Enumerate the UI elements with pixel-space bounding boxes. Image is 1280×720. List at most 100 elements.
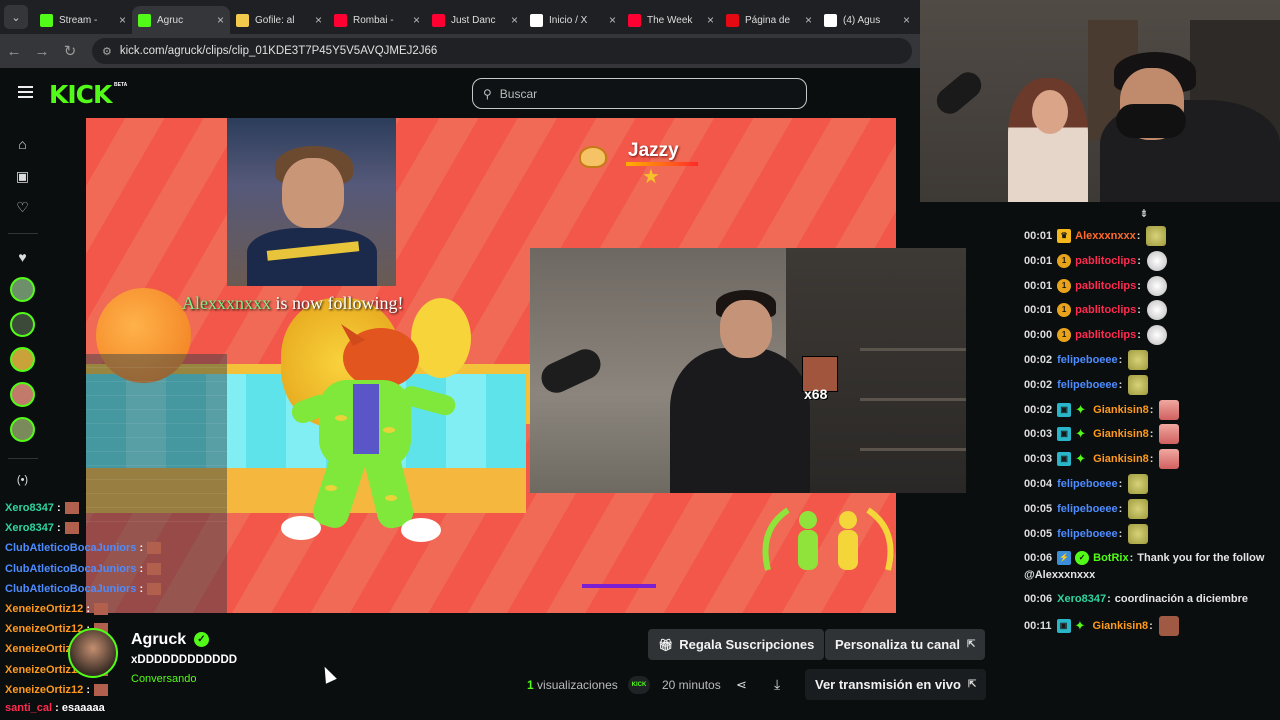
- close-tab-icon[interactable]: ×: [805, 13, 812, 27]
- kick-favicon: [138, 13, 151, 27]
- clip-title: xDDDDDDDDDDDD: [131, 654, 238, 666]
- browser-tab[interactable]: Agruc ×: [132, 6, 230, 34]
- close-tab-icon[interactable]: ×: [315, 13, 322, 27]
- views-label: visualizaciones: [537, 678, 618, 692]
- browser-tab[interactable]: The Week ×: [622, 6, 720, 34]
- followed-channel-avatar[interactable]: [10, 277, 35, 302]
- home-icon[interactable]: ⌂: [14, 136, 31, 153]
- chat-colon: :: [1118, 354, 1123, 366]
- tab-search-dropdown[interactable]: ⌄: [4, 5, 28, 29]
- chat-username[interactable]: Giankisin8: [1093, 402, 1149, 418]
- star-icon: ★: [642, 166, 660, 188]
- close-tab-icon[interactable]: ×: [217, 13, 224, 27]
- x-favicon: [824, 13, 837, 27]
- close-tab-icon[interactable]: ×: [413, 13, 420, 27]
- forward-icon[interactable]: →: [28, 43, 56, 60]
- url-field[interactable]: ⚙ kick.com/agruck/clips/clip_01KDE3T7P45…: [92, 38, 912, 64]
- browse-icon[interactable]: ▣: [14, 168, 31, 185]
- chat-username[interactable]: felipeboeee: [1057, 526, 1118, 542]
- browser-tab[interactable]: Página de ×: [720, 6, 818, 34]
- followed-channel-avatar[interactable]: [10, 347, 35, 372]
- kick-favicon: [40, 13, 53, 27]
- left-chat-user: ClubAtleticoBocaJuniors: [5, 562, 137, 575]
- chat-username[interactable]: Alexxxnxxx: [1075, 228, 1136, 244]
- chat-colon: :: [1129, 552, 1134, 564]
- chat-colon: :: [1149, 403, 1154, 416]
- chat-username[interactable]: felipeboeee: [1057, 352, 1118, 368]
- left-chat-emote: [94, 603, 108, 616]
- watch-live-button[interactable]: Ver transmisión en vivo ⇱: [805, 669, 987, 700]
- gift-subs-button[interactable]: 🎁︎ Regala Suscripciones: [648, 629, 825, 660]
- streamer-cam-overlay: [227, 118, 396, 286]
- site-info-icon[interactable]: ⚙: [102, 45, 112, 58]
- browser-tab[interactable]: Just Danc ×: [426, 6, 524, 34]
- gift-subs-label: Regala Suscripciones: [679, 637, 815, 652]
- followed-channel-avatar[interactable]: [10, 312, 35, 337]
- browser-tab[interactable]: Inicio / X ×: [524, 6, 622, 34]
- stream-chat-burned-in: Xero8347 : Xero8347 : ClubAtleticoBocaJuni…: [0, 500, 210, 720]
- chat-username[interactable]: Xero8347: [1057, 591, 1106, 607]
- chat-message: 00:04 felipeboeee:: [1024, 474, 1149, 494]
- chat-username[interactable]: felipeboeee: [1057, 476, 1118, 492]
- close-tab-icon[interactable]: ×: [609, 13, 616, 27]
- left-sidebar: ⌂ ▣ ♡ ♥ (•): [0, 118, 45, 508]
- chat-time: 00:06: [1024, 552, 1053, 564]
- crown-badge-icon: ♛: [1057, 229, 1072, 243]
- chat-message: 00:06 ⚡ ✓ BotRix : Thank you for the fol…: [1024, 550, 1264, 566]
- chat-colon: :: [1107, 593, 1111, 605]
- back-icon[interactable]: ←: [0, 43, 28, 60]
- chat-username[interactable]: felipeboeee: [1057, 501, 1118, 517]
- share-icon[interactable]: ⋖: [736, 677, 747, 693]
- chat-username[interactable]: pablitoclips: [1075, 253, 1136, 269]
- download-icon[interactable]: ⤓: [774, 676, 780, 693]
- following-icon[interactable]: ♡: [14, 199, 31, 216]
- close-tab-icon[interactable]: ×: [511, 13, 518, 27]
- chat-time: 00:01: [1024, 230, 1053, 242]
- chat-username[interactable]: pablitoclips: [1075, 327, 1136, 343]
- left-chat-user: XeneizeOrtiz12: [5, 683, 84, 696]
- chat-time: 00:03: [1024, 428, 1053, 441]
- chat-emote: [1128, 350, 1149, 370]
- gift-badge-icon: ✦: [1074, 618, 1086, 633]
- browser-tab[interactable]: Rombai - ×: [328, 6, 426, 34]
- channel-name[interactable]: Agruck: [131, 631, 186, 649]
- chat-emote: [1159, 449, 1180, 470]
- close-tab-icon[interactable]: ×: [707, 13, 714, 27]
- chat-colon: :: [1118, 502, 1123, 515]
- chat-username[interactable]: BotRix: [1093, 550, 1128, 566]
- chat-message: 00:01 1 pablitoclips:: [1024, 275, 1167, 296]
- chat-username[interactable]: pablitoclips: [1075, 278, 1136, 294]
- followed-channel-avatar[interactable]: [10, 417, 35, 442]
- months-badge-icon: 1: [1057, 278, 1072, 293]
- chat-emote: [1128, 474, 1149, 494]
- chat-username[interactable]: Giankisin8: [1093, 451, 1149, 467]
- reload-icon[interactable]: ↻: [56, 42, 84, 60]
- customize-channel-button[interactable]: Personaliza tu canal ⇱: [825, 629, 986, 660]
- chat-username[interactable]: pablitoclips: [1075, 302, 1136, 318]
- category-link[interactable]: Conversando: [131, 673, 196, 685]
- hand-score-icon: [579, 146, 607, 168]
- menu-icon[interactable]: [18, 86, 33, 98]
- follow-alert-user: Alexxxnxxx: [182, 293, 271, 313]
- search-input[interactable]: ⚲ Buscar: [472, 78, 807, 109]
- clip-duration: 20 minutos: [662, 678, 721, 692]
- browser-tab[interactable]: (4) Agus ×: [818, 6, 916, 34]
- external-link-icon: ⇱: [967, 639, 976, 650]
- live-broadcast-icon[interactable]: (•): [14, 474, 31, 491]
- chat-message: 00:01 1 pablitoclips:: [1024, 250, 1167, 271]
- chat-username[interactable]: felipeboeee: [1057, 377, 1118, 393]
- close-tab-icon[interactable]: ×: [119, 13, 126, 27]
- left-chat-emote: [64, 522, 79, 535]
- chat-username[interactable]: Giankisin8: [1093, 618, 1149, 634]
- followed-channel-avatar[interactable]: [10, 382, 35, 407]
- chat-username[interactable]: Giankisin8: [1093, 426, 1149, 442]
- browser-tab[interactable]: Stream - ×: [34, 6, 132, 34]
- chat-message: 00:05 felipeboeee:: [1024, 498, 1149, 519]
- collapse-chat-icon[interactable]: ⇟: [1137, 207, 1151, 220]
- left-chat-user: ClubAtleticoBocaJuniors: [5, 582, 137, 595]
- browser-tab[interactable]: Gofile: al ×: [230, 6, 328, 34]
- close-tab-icon[interactable]: ×: [903, 13, 910, 27]
- chat-emote: [1158, 616, 1179, 636]
- channel-avatar[interactable]: [68, 628, 118, 678]
- kick-logo[interactable]: KICK: [49, 80, 112, 109]
